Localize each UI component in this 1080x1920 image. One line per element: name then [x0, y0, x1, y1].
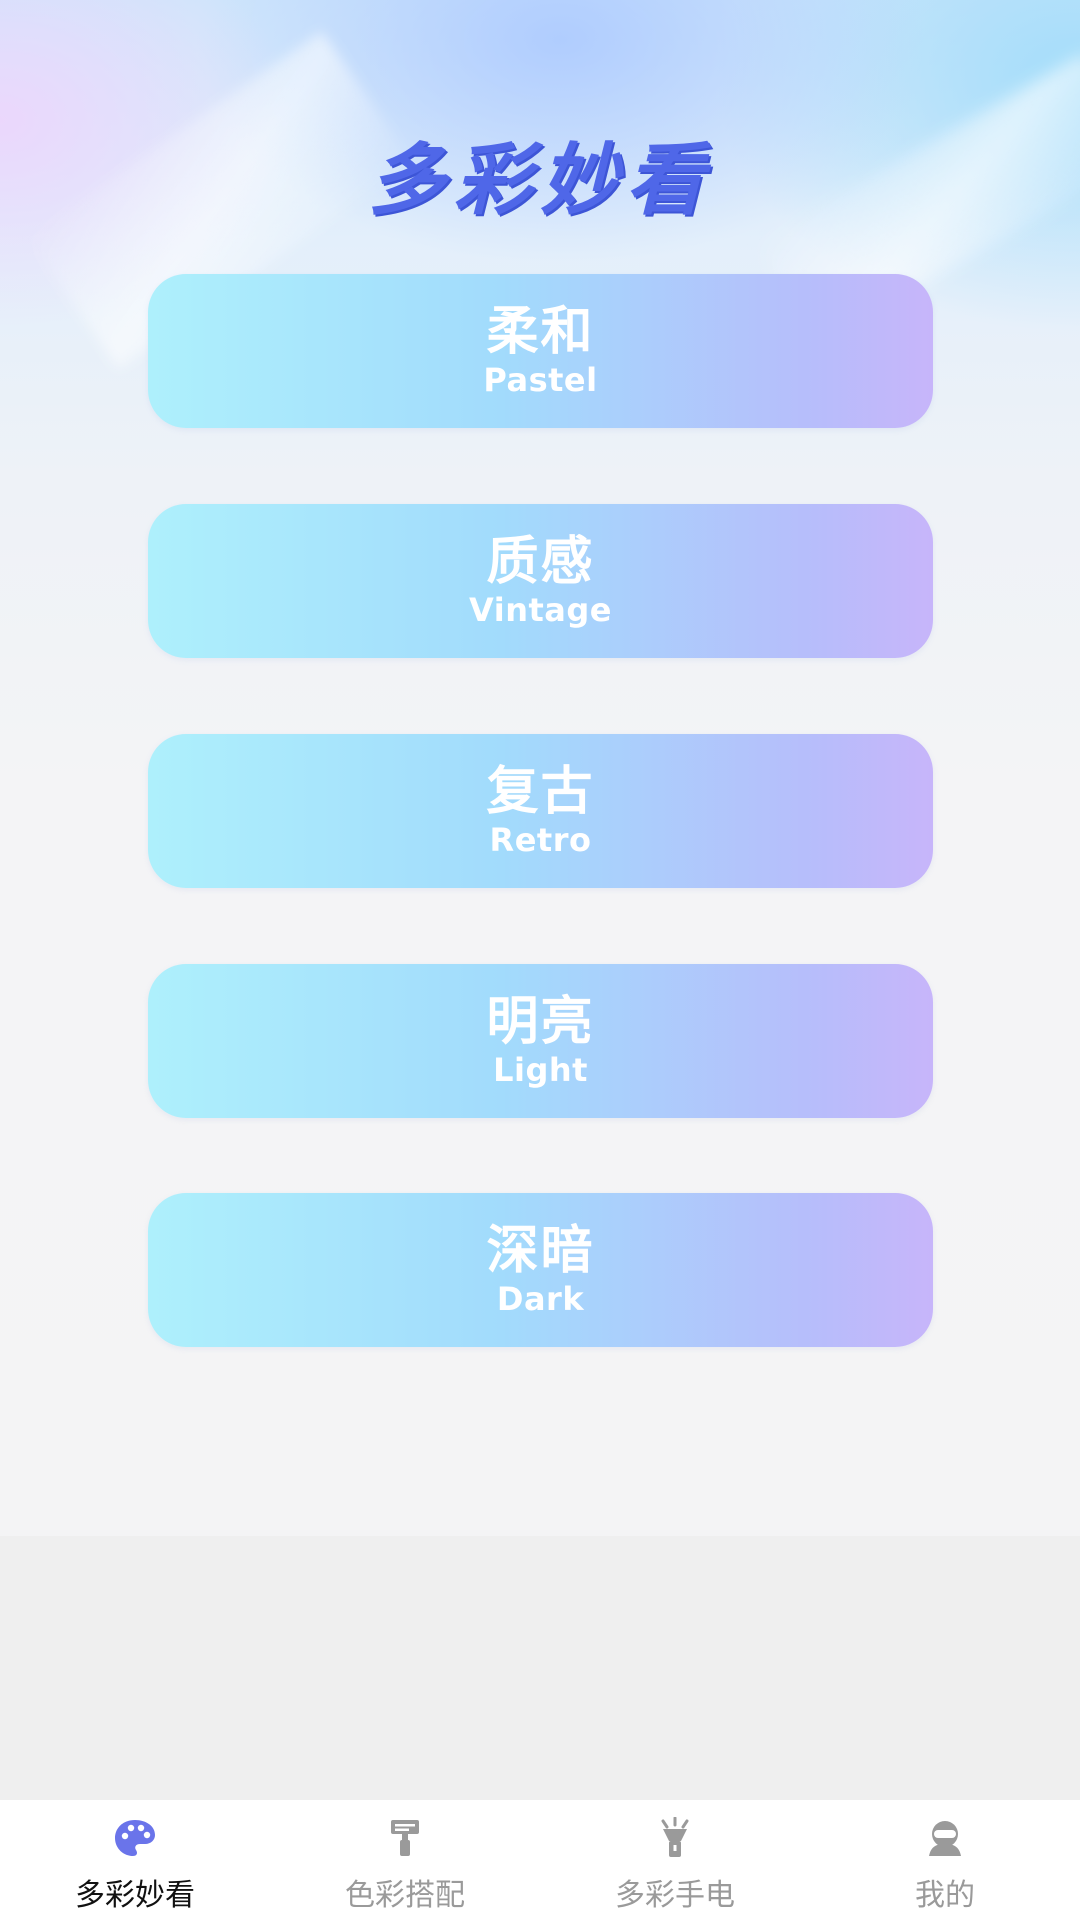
menu-card-title: 复古: [486, 762, 595, 822]
tab-mine[interactable]: 我的: [810, 1800, 1080, 1920]
menu-card-subtitle: Light: [493, 1051, 588, 1089]
menu-card-subtitle: Retro: [489, 821, 592, 859]
menu-card-dark[interactable]: 深暗 Dark: [148, 1193, 933, 1347]
menu-card-retro[interactable]: 复古 Retro: [148, 734, 933, 888]
user-icon: [921, 1814, 969, 1862]
tab-label: 我的: [915, 1878, 975, 1913]
menu-card-title: 明亮: [486, 992, 595, 1052]
tab-label: 色彩搭配: [345, 1878, 465, 1913]
tab-label: 多彩妙看: [75, 1878, 195, 1913]
menu-card-subtitle: Pastel: [483, 361, 598, 399]
menu-card-light[interactable]: 明亮 Light: [148, 964, 933, 1118]
menu-card-title: 深暗: [486, 1221, 595, 1281]
menu-card-subtitle: Vintage: [469, 591, 612, 629]
flashlight-icon: [651, 1814, 699, 1862]
menu-card-subtitle: Dark: [496, 1280, 585, 1318]
tab-color-matching[interactable]: 色彩搭配: [270, 1800, 540, 1920]
content-background: [0, 1536, 1080, 1800]
page-title: 多彩妙看: [367, 136, 712, 226]
tab-colorful-view[interactable]: 多彩妙看: [0, 1800, 270, 1920]
palette-icon: [111, 1814, 159, 1862]
tab-colorful-flashlight[interactable]: 多彩手电: [540, 1800, 810, 1920]
menu-card-vintage[interactable]: 质感 Vintage: [148, 504, 933, 658]
paint-roller-icon: [381, 1814, 429, 1862]
tab-label: 多彩手电: [615, 1878, 735, 1913]
menu-card-title: 柔和: [486, 302, 595, 362]
menu-card-title: 质感: [486, 532, 595, 592]
menu-card-pastel[interactable]: 柔和 Pastel: [148, 274, 933, 428]
bottom-tab-bar: 多彩妙看 色彩搭配 多彩手电 我的: [0, 1800, 1080, 1920]
